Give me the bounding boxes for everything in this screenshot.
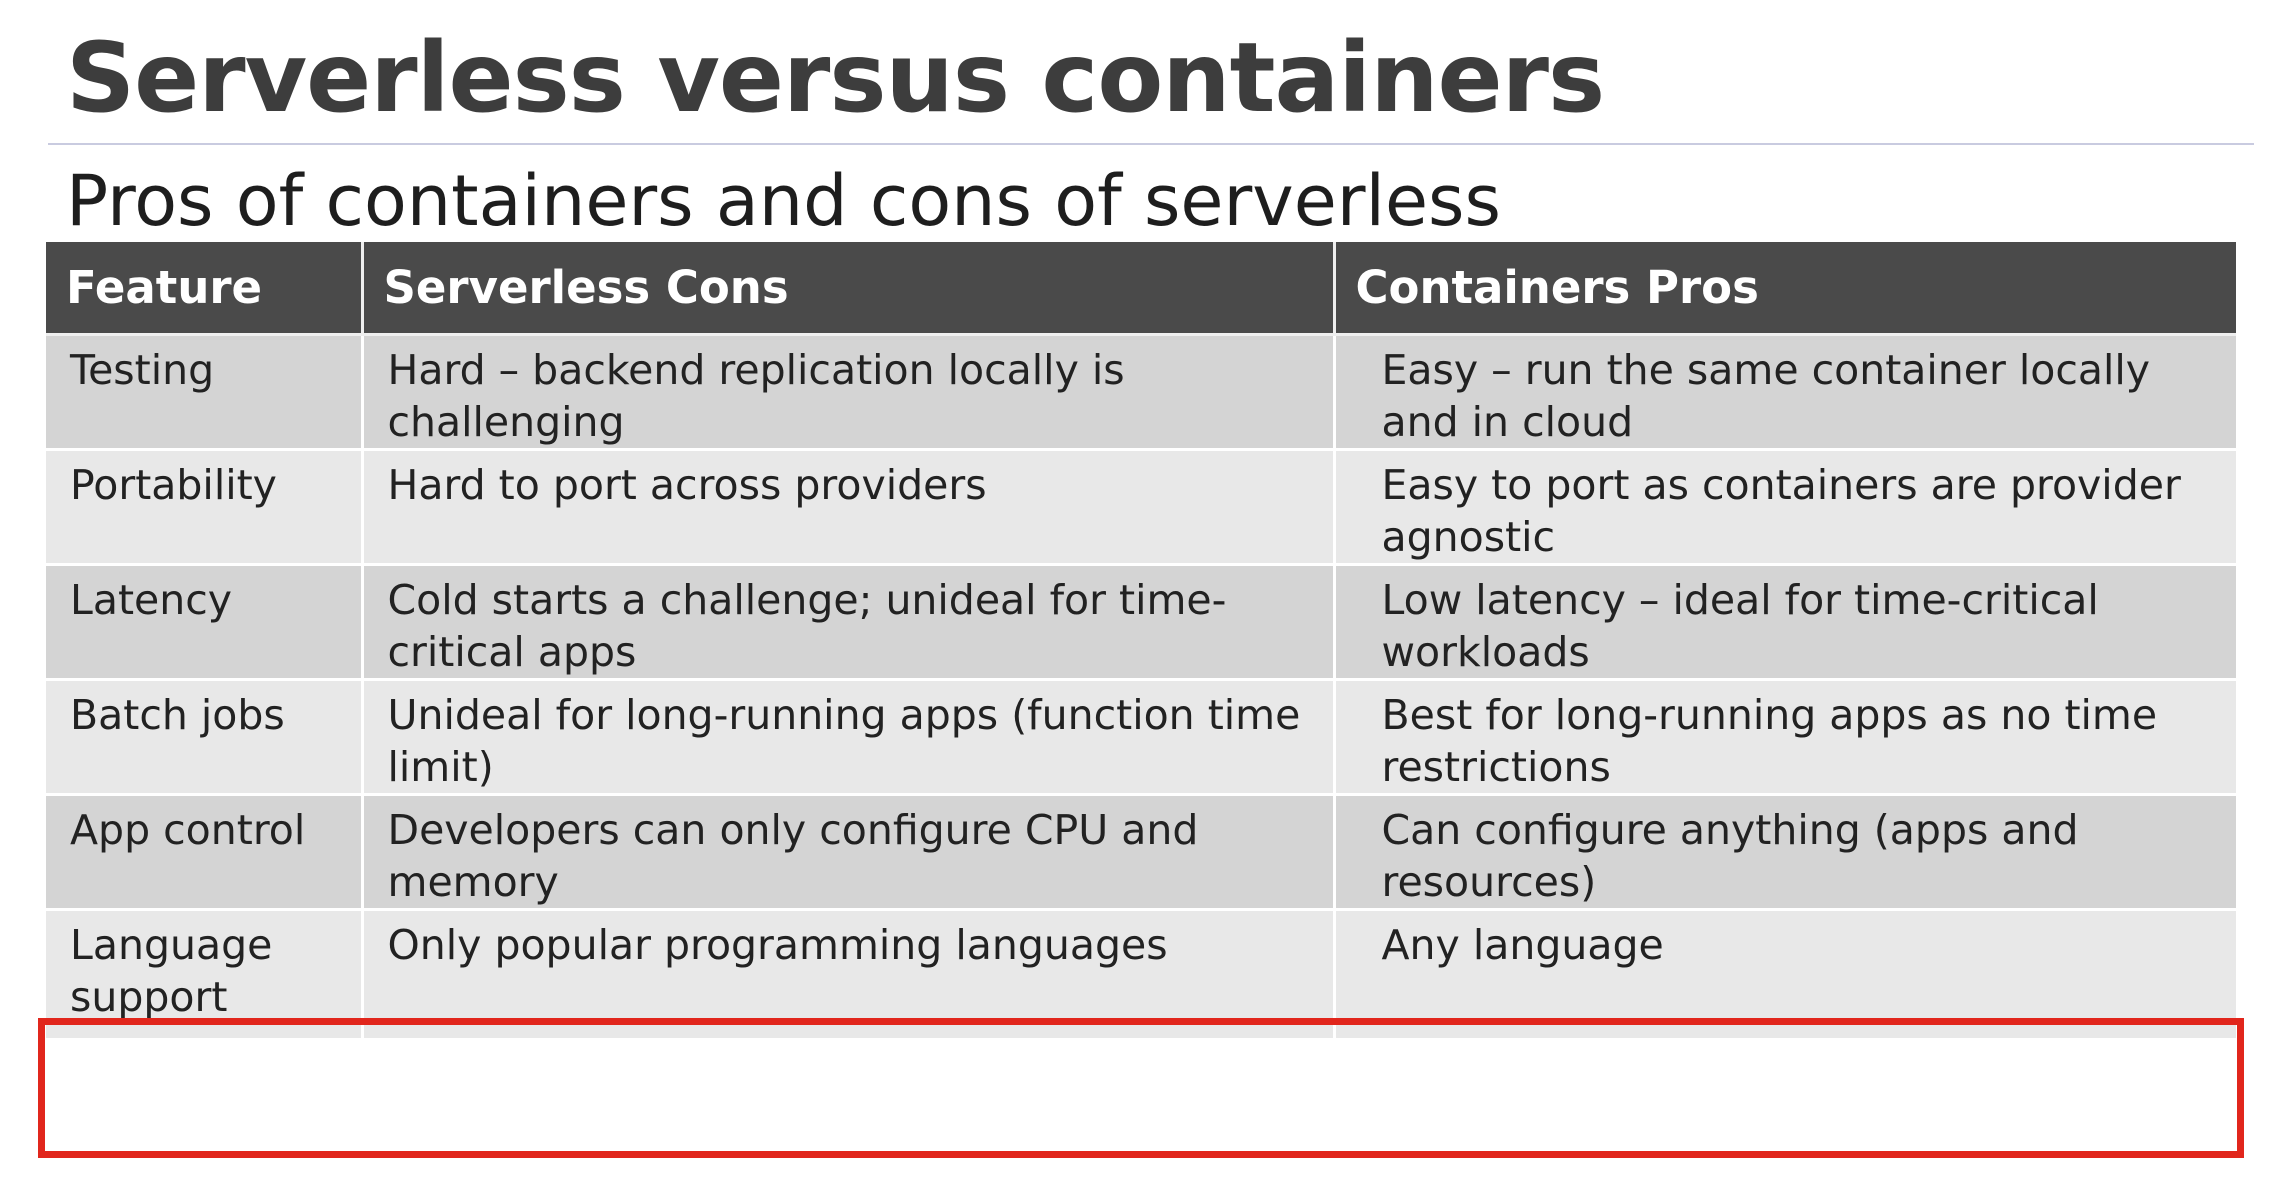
slide-title: Serverless versus containers xyxy=(66,22,1605,134)
cell-serverless-cons: Developers can only configure CPU and me… xyxy=(362,794,1336,911)
cell-serverless-cons: Unideal for long-running apps (function … xyxy=(362,679,1336,796)
cell-containers-pros: Best for long-running apps as no time re… xyxy=(1334,679,2236,796)
cell-feature: Language support xyxy=(46,909,364,1041)
header-serverless-cons: Serverless Cons xyxy=(362,242,1336,336)
table-row-testing: Testing Hard – backend replication local… xyxy=(46,334,2236,451)
table-row-portability: Portability Hard to port across provider… xyxy=(46,449,2236,566)
slide: Serverless versus containers Pros of con… xyxy=(0,0,2270,1177)
cell-containers-pros: Easy to port as containers are provider … xyxy=(1334,449,2236,566)
table-row-latency: Latency Cold starts a challenge; unideal… xyxy=(46,564,2236,681)
table-header-row: Feature Serverless Cons Containers Pros xyxy=(46,242,2236,336)
cell-containers-pros: Easy – run the same container locally an… xyxy=(1334,334,2236,451)
header-containers-pros: Containers Pros xyxy=(1334,242,2236,336)
cell-containers-pros: Any language xyxy=(1334,909,2236,1041)
comparison-table: Feature Serverless Cons Containers Pros … xyxy=(46,242,2236,1041)
cell-feature: Portability xyxy=(46,449,364,566)
cell-containers-pros: Low latency – ideal for time-critical wo… xyxy=(1334,564,2236,681)
cell-feature: Latency xyxy=(46,564,364,681)
cell-feature: Batch jobs xyxy=(46,679,364,796)
cell-containers-pros: Can configure anything (apps and resourc… xyxy=(1334,794,2236,911)
table-row-app-control: App control Developers can only configur… xyxy=(46,794,2236,911)
cell-serverless-cons: Cold starts a challenge; unideal for tim… xyxy=(362,564,1336,681)
cell-feature: App control xyxy=(46,794,364,911)
table-row-language-support: Language support Only popular programmin… xyxy=(46,909,2236,1041)
cell-serverless-cons: Hard to port across providers xyxy=(362,449,1336,566)
cell-feature: Testing xyxy=(46,334,364,451)
cell-serverless-cons: Only popular programming languages xyxy=(362,909,1336,1041)
title-divider xyxy=(48,143,2254,145)
header-feature: Feature xyxy=(46,242,364,336)
cell-serverless-cons: Hard – backend replication locally is ch… xyxy=(362,334,1336,451)
table-row-batch-jobs: Batch jobs Unideal for long-running apps… xyxy=(46,679,2236,796)
slide-subtitle: Pros of containers and cons of serverles… xyxy=(66,160,1501,242)
